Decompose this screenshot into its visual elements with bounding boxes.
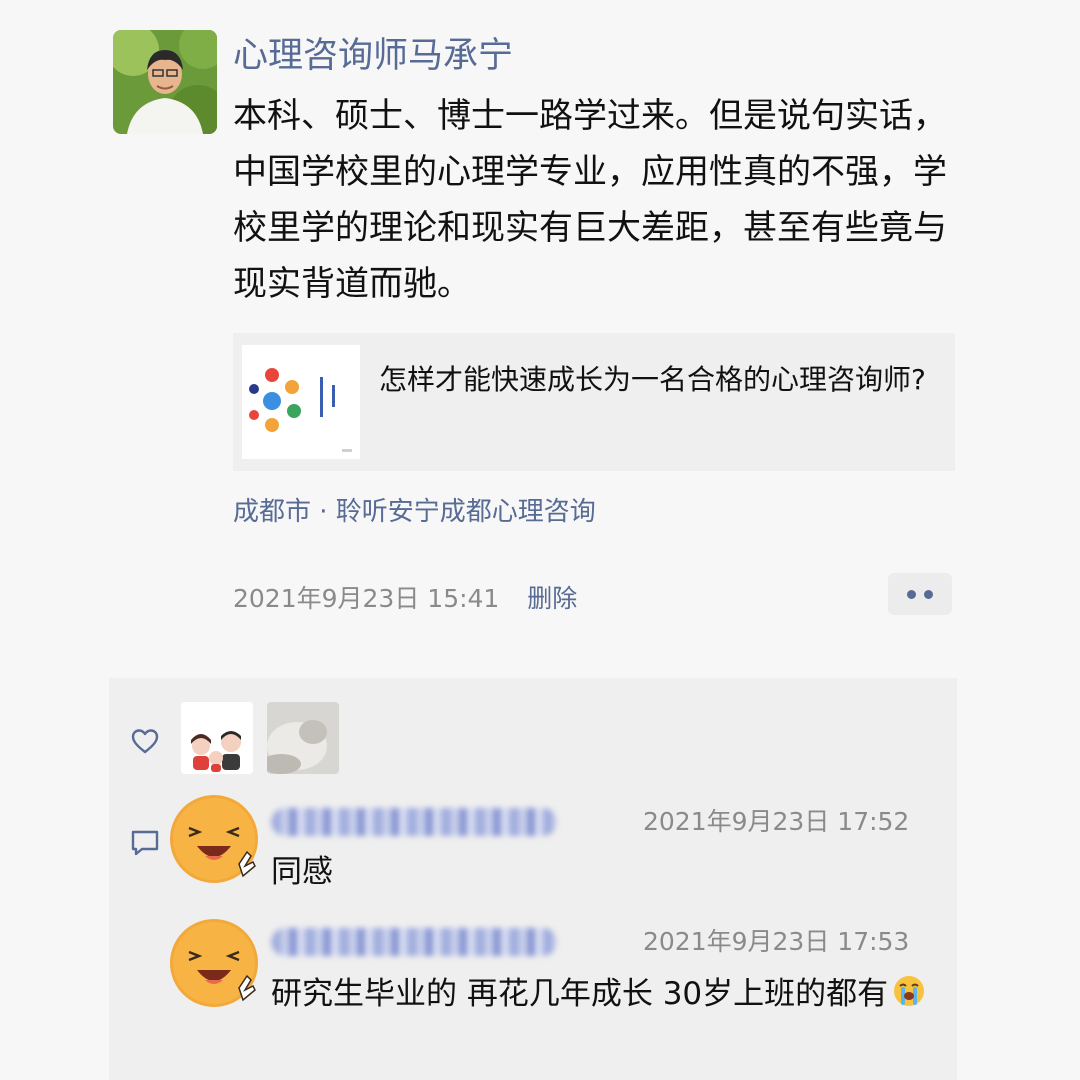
shared-link-card[interactable]: 怎样才能快速成长为一名合格的心理咨询师? [233, 333, 955, 471]
liker-avatar[interactable] [267, 702, 339, 774]
comment-timestamp: 2021年9月23日 17:52 [643, 807, 910, 836]
post-timestamp: 2021年9月23日 15:41 [233, 584, 500, 613]
post-meta: 2021年9月23日 15:41 删除 [233, 578, 577, 620]
author-avatar[interactable] [113, 30, 217, 134]
comment-timestamp: 2021年9月23日 17:53 [643, 927, 910, 956]
interaction-panel: 2021年9月23日 17:52 同感 2021年9月23日 17:53 研究生… [109, 678, 957, 1080]
commenter-name[interactable] [271, 928, 557, 956]
post-text: 本科、硕士、博士一路学过来。但是说句实话，中国学校里的心理学专业，应用性真的不强… [233, 96, 947, 304]
more-icon-dot [924, 589, 933, 599]
commenter-avatar[interactable] [169, 918, 263, 1012]
comment-text: 研究生毕业的 再花几年成长 30岁上班的都有 [271, 976, 889, 1012]
commenter-name[interactable] [271, 808, 557, 836]
post-author-name[interactable]: 心理咨询师马承宁 [233, 30, 513, 82]
crying-emoji-icon [894, 976, 925, 1006]
location-link[interactable]: 成都市 · 聆听安宁成都心理咨询 [233, 492, 596, 532]
comment-text: 同感 [271, 854, 333, 890]
comment-text-wrap: 研究生毕业的 再花几年成长 30岁上班的都有 [271, 968, 931, 1020]
heart-icon [131, 729, 159, 754]
link-thumbnail [242, 345, 360, 459]
link-title[interactable]: 怎样才能快速成长为一名合格的心理咨询师? [379, 357, 939, 403]
liker-avatar[interactable] [181, 702, 253, 774]
more-icon [907, 589, 916, 599]
more-actions-button[interactable] [888, 573, 952, 615]
comment-icon [131, 830, 159, 856]
delete-button[interactable]: 删除 [527, 584, 577, 613]
commenter-avatar[interactable] [169, 794, 263, 888]
